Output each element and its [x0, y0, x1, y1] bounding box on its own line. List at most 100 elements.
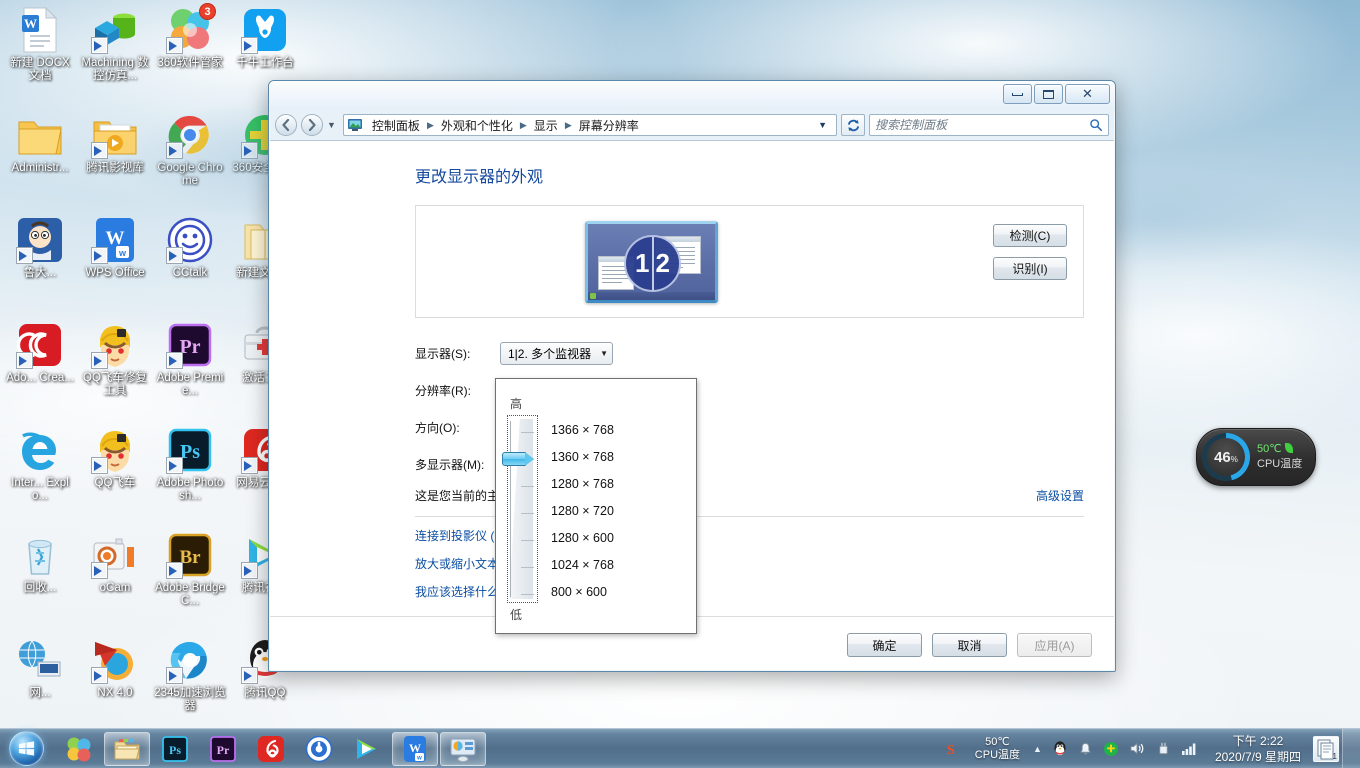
breadcrumb-item-0[interactable]: 控制面板 [367, 115, 425, 136]
action-center-tray-icon[interactable] [1073, 741, 1098, 757]
desktop-icon-label: 360软件管家 [157, 57, 223, 69]
taskbar-button-tencentvideo[interactable] [344, 732, 390, 766]
desktop-icon-label: 新建 DOCX 文档 [10, 57, 70, 82]
netease-cloud-music-icon [257, 735, 285, 763]
cpu-monitor-gadget[interactable]: 46% 50℃ CPU温度 [1196, 428, 1316, 486]
resolution-slider-ticks [517, 419, 534, 599]
desktop-icon-adobe-photoshop[interactable]: Ps Adobe Photosh... [154, 426, 226, 503]
desktop-icon-new-docx-document[interactable]: W 新建 DOCX 文档 [4, 6, 76, 83]
sogou-input-tray-icon[interactable]: S [939, 740, 967, 758]
start-button[interactable] [2, 730, 50, 768]
resolution-option[interactable]: 1024 × 768 [548, 552, 692, 579]
desktop-icon-qq-speed-repair-tool[interactable]: QQ飞车修复工具 [79, 321, 151, 398]
taskbar-button-360browser[interactable] [296, 732, 342, 766]
refresh-button[interactable] [841, 114, 865, 136]
forward-button[interactable] [301, 114, 323, 136]
resolution-option[interactable]: 1280 × 600 [548, 525, 692, 552]
resolution-dropdown-popup[interactable]: 高 低 1366 × 768 1360 × 768 1280 × 768 1280 ×… [495, 378, 697, 634]
show-desktop-button[interactable] [1342, 728, 1360, 768]
monitor-preview[interactable]: 1 2 [585, 221, 718, 303]
minimize-button[interactable] [1003, 84, 1032, 104]
desktop-icon-network[interactable]: 网... [4, 636, 76, 700]
gadget-temperature-row: 50℃ [1257, 442, 1302, 457]
desktop-icon-qq-speed[interactable]: QQ飞车 [79, 426, 151, 490]
search-input[interactable] [875, 118, 1089, 132]
network-tray-icon[interactable] [1176, 741, 1203, 756]
desktop-icon-recycle-bin[interactable]: 回收... [4, 531, 76, 595]
desktop-icon-adobe-creative-cloud[interactable]: Ado... Crea... [4, 321, 76, 385]
desktop-icon-ocam[interactable]: oCam [79, 531, 151, 595]
window-title-bar[interactable]: ✕ [269, 81, 1115, 111]
resolution-option[interactable]: 1280 × 768 [548, 471, 692, 498]
taskbar-button-flower[interactable] [56, 732, 102, 766]
taskbar-clock[interactable]: 下午 2:22 2020/7/9 星期四 [1203, 733, 1313, 765]
breadcrumb-item-1[interactable]: 外观和个性化 [436, 115, 518, 136]
apply-button: 应用(A) [1017, 633, 1092, 657]
qq-tray-icon[interactable] [1047, 740, 1073, 758]
svg-text:Ps: Ps [169, 743, 181, 757]
wps-office-icon: Ww [401, 735, 429, 763]
maximize-button[interactable] [1034, 84, 1063, 104]
desktop-icon-machining-simulation[interactable]: Machining 数控仿真... [79, 6, 151, 83]
resolution-option[interactable]: 1280 × 720 [548, 498, 692, 525]
desktop-icon-adobe-bridge[interactable]: Br Adobe Bridge C... [154, 531, 226, 608]
address-bar[interactable]: 控制面板 ▶ 外观和个性化 ▶ 显示 ▶ 屏幕分辨率 ▼ [342, 114, 837, 136]
desktop-icon-label: Ado... Crea... [6, 372, 74, 384]
svg-text:Br: Br [179, 547, 201, 568]
desktop-icon-qianniu-workbench[interactable]: 千牛工作台 [229, 6, 301, 70]
recycle-bin-icon [16, 531, 64, 579]
navigation-bar: ▼ 控制面板 ▶ 外观和个性化 ▶ 显示 ▶ 屏幕分辨率 ▼ [275, 111, 1109, 139]
taskbar-button-premiere[interactable]: Pr [200, 732, 246, 766]
desktop-icon-cctalk[interactable]: CCtalk [154, 216, 226, 280]
desktop-icon-tencent-video-library[interactable]: 腾讯影视库 [79, 111, 151, 175]
address-dropdown-icon[interactable]: ▼ [811, 120, 834, 130]
desktop-icon-label: Machining 数控仿真... [81, 57, 149, 82]
resolution-option[interactable]: 1366 × 768 [548, 417, 692, 444]
taskbar-button-photoshop[interactable]: Ps [152, 732, 198, 766]
refresh-icon [847, 119, 859, 131]
taskbar-button-netease[interactable] [248, 732, 294, 766]
volume-tray-icon[interactable] [1124, 741, 1151, 756]
history-dropdown-icon[interactable]: ▼ [327, 120, 336, 130]
orientation-label: 方向(O): [415, 421, 460, 435]
administrator-folder-icon [16, 111, 64, 159]
svg-text:W: W [409, 741, 421, 755]
identify-button[interactable]: 识别(I) [993, 257, 1067, 280]
detect-button[interactable]: 检测(C) [993, 224, 1067, 247]
desktop-icon-nx-4-0[interactable]: NX 4.0 [79, 636, 151, 700]
tray-overflow-arrow-icon[interactable]: ▲ [1028, 744, 1047, 754]
resolution-option[interactable]: 1360 × 768 [548, 444, 692, 471]
desktop-icon-360-software-manager[interactable]: 3 360软件管家 [154, 3, 226, 70]
desktop-icon-adobe-premiere[interactable]: Pr Adobe Premie... [154, 321, 226, 398]
taskbar-button-explorer[interactable] [104, 731, 150, 766]
taskbar-button-displaycp[interactable] [440, 731, 486, 766]
window-controls: ✕ [1003, 84, 1110, 104]
desktop-icon-google-chrome[interactable]: Google Chrome [154, 111, 226, 188]
close-button[interactable]: ✕ [1065, 84, 1110, 104]
360-security-tray-icon[interactable] [1098, 741, 1124, 757]
breadcrumb-item-3[interactable]: 屏幕分辨率 [574, 115, 644, 136]
taskbar-button-wps[interactable]: Ww [392, 731, 438, 766]
svg-text:W: W [106, 228, 125, 249]
desktop-icon-wps-office[interactable]: Ww WPS Office [79, 216, 151, 280]
advanced-settings-link[interactable]: 高级设置 [1036, 487, 1084, 504]
display-preview-area[interactable]: 1 2 检测(C) 识别(I) [415, 205, 1084, 318]
safely-remove-hardware-tray-icon[interactable] [1151, 741, 1176, 757]
language-bar-button[interactable]: 1 [1313, 735, 1339, 762]
resolution-slider-thumb[interactable] [502, 452, 534, 466]
desktop-icon-administrator-folder[interactable]: Administr... [4, 111, 76, 175]
cancel-button[interactable]: 取消 [932, 633, 1007, 657]
show-desktop-flower-icon [65, 735, 93, 763]
back-button[interactable] [275, 114, 297, 136]
breadcrumb-item-2[interactable]: 显示 [529, 115, 563, 136]
ok-button[interactable]: 确定 [847, 633, 922, 657]
breadcrumb-separator: ▶ [564, 119, 572, 130]
tray-cpu-temperature[interactable]: 50℃ CPU温度 [967, 736, 1028, 762]
desktop-icon-ludashi[interactable]: 鲁大... [4, 216, 76, 280]
desktop-icon-internet-explorer[interactable]: Inter... Explo... [4, 426, 76, 503]
search-box[interactable] [869, 114, 1109, 136]
network-icon [16, 636, 64, 684]
display-select[interactable]: 1|2. 多个监视器 ▼ [500, 342, 613, 365]
desktop-icon-2345-browser[interactable]: 2345加速浏览器 [154, 636, 226, 713]
resolution-option[interactable]: 800 × 600 [548, 579, 692, 606]
